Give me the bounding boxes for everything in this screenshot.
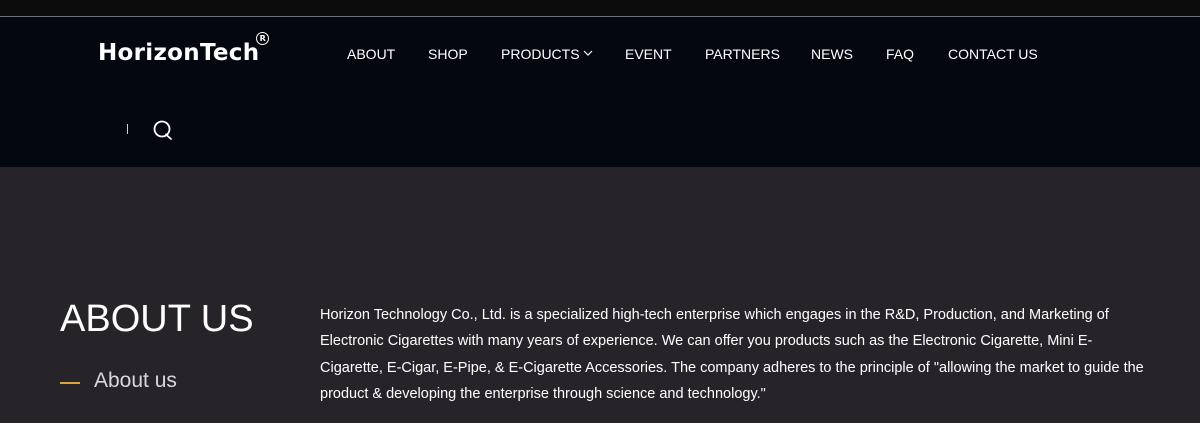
chevron-down-icon [583,50,592,57]
search-icon[interactable] [152,119,174,143]
nav-partners[interactable]: PARTNERS [705,46,780,62]
about-subnav-item[interactable]: About us [60,369,177,393]
page-title: ABOUT US [60,298,254,340]
header-divider [127,124,128,134]
about-subnav-label: About us [94,369,177,392]
logo-text: HorizonTech [98,40,260,66]
accent-dash [60,382,80,384]
nav-products-label: PRODUCTS [501,46,580,62]
browser-top-strip [0,0,1200,17]
nav-faq[interactable]: FAQ [886,46,914,62]
registered-mark-icon: R [256,32,270,45]
nav-news[interactable]: NEWS [811,46,853,62]
nav-event[interactable]: EVENT [625,46,672,62]
nav-products[interactable]: PRODUCTS [501,46,593,62]
about-description: Horizon Technology Co., Ltd. is a specia… [320,307,1144,402]
site-header: HorizonTech R ABOUT SHOP PRODUCTS EVENT … [0,17,1200,167]
nav-about[interactable]: ABOUT [347,46,395,62]
nav-shop[interactable]: SHOP [428,46,468,62]
site-logo[interactable]: HorizonTech R [98,32,270,66]
nav-contact-us[interactable]: CONTACT US [948,46,1038,62]
